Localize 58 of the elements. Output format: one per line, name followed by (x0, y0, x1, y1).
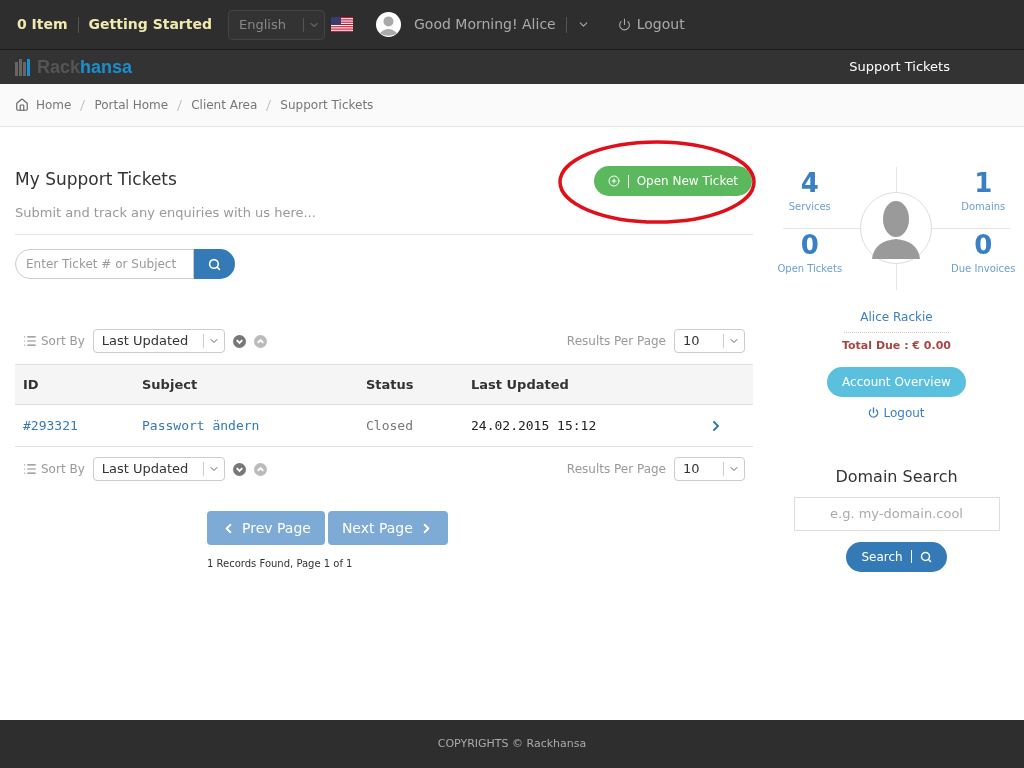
ticket-id-link[interactable]: #293321 (15, 415, 142, 436)
sort-select[interactable]: Last Updated (92, 457, 225, 481)
plus-circle-icon (607, 175, 620, 187)
open-new-ticket-button[interactable]: Open New Ticket (593, 166, 752, 196)
breadcrumb-separator-icon (177, 99, 183, 111)
column-header: Status (366, 375, 415, 394)
stat-value: 0 (800, 228, 819, 261)
ticket-search-field[interactable]: Enter Ticket # or Subject (15, 249, 194, 279)
sidebar-logout-link[interactable]: Logout (868, 403, 925, 422)
nav-item[interactable]: Support Tickets (849, 57, 950, 77)
cart-link[interactable]: 0 Item (17, 14, 68, 35)
column-header: ID (22, 375, 40, 394)
stat-value: 0 (974, 228, 993, 261)
records-summary: 1 Records Found, Page 1 of 1 (207, 557, 354, 571)
list-icon (23, 462, 37, 476)
per-page-label: Results Per Page (566, 333, 666, 350)
power-icon (868, 407, 880, 418)
column-header: Last Updated (471, 375, 570, 394)
breadcrumb-separator-icon (266, 99, 272, 111)
domain-search-field[interactable]: e.g. my-domain.cool (793, 496, 1000, 531)
ticket-date: 24.02.2015 15:12 (471, 416, 598, 435)
footer-copyright: COPYRIGHTS © Rackhansa (437, 735, 587, 752)
page-subtitle: Submit and track any enquiries with us here... (15, 203, 316, 222)
sort-label: Sort By (41, 461, 85, 478)
client-name-link[interactable]: Alice Rackie (844, 308, 949, 333)
user-avatar-icon (376, 12, 401, 37)
domain-search-button[interactable]: Search (846, 541, 947, 572)
list-icon (23, 334, 37, 348)
search-icon (919, 550, 932, 563)
stat-value: 1 (974, 167, 993, 199)
sort-select[interactable]: Last Updated (92, 329, 225, 353)
sort-label: Sort By (41, 333, 85, 350)
page-title: My Support Tickets (15, 168, 178, 191)
breadcrumb-link[interactable]: Portal Home (94, 96, 169, 114)
home-icon (15, 98, 29, 112)
getting-started-link[interactable]: Getting Started (88, 14, 212, 35)
per-page-select[interactable]: 10 (674, 329, 745, 353)
breadcrumb-link[interactable]: Support Tickets (280, 96, 374, 114)
ticket-subject-link[interactable]: Passwort ändern (142, 415, 366, 436)
power-icon (617, 18, 631, 31)
search-icon (208, 257, 221, 271)
ticket-status: Closed (366, 416, 414, 435)
us-flag-icon[interactable] (331, 17, 353, 32)
per-page-label: Results Per Page (566, 461, 666, 478)
column-header: Subject (142, 375, 199, 394)
per-page-select[interactable]: 10 (674, 457, 745, 481)
breadcrumb-link[interactable]: Client Area (191, 96, 258, 114)
language-select[interactable]: English (228, 9, 325, 40)
logout-link[interactable]: Logout (617, 14, 685, 35)
total-due-text: Total Due : € 0.00 (842, 338, 951, 354)
greeting-text: Good Morning! Alice (414, 15, 556, 34)
domain-search-title: Domain Search (835, 465, 958, 488)
sort-descending-icon[interactable] (232, 334, 246, 348)
sort-descending-icon[interactable] (232, 462, 246, 476)
stat-value: 4 (800, 167, 819, 199)
breadcrumb-separator-icon (80, 99, 86, 111)
breadcrumb-link[interactable]: Home (36, 96, 72, 114)
search-button[interactable] (194, 249, 235, 279)
